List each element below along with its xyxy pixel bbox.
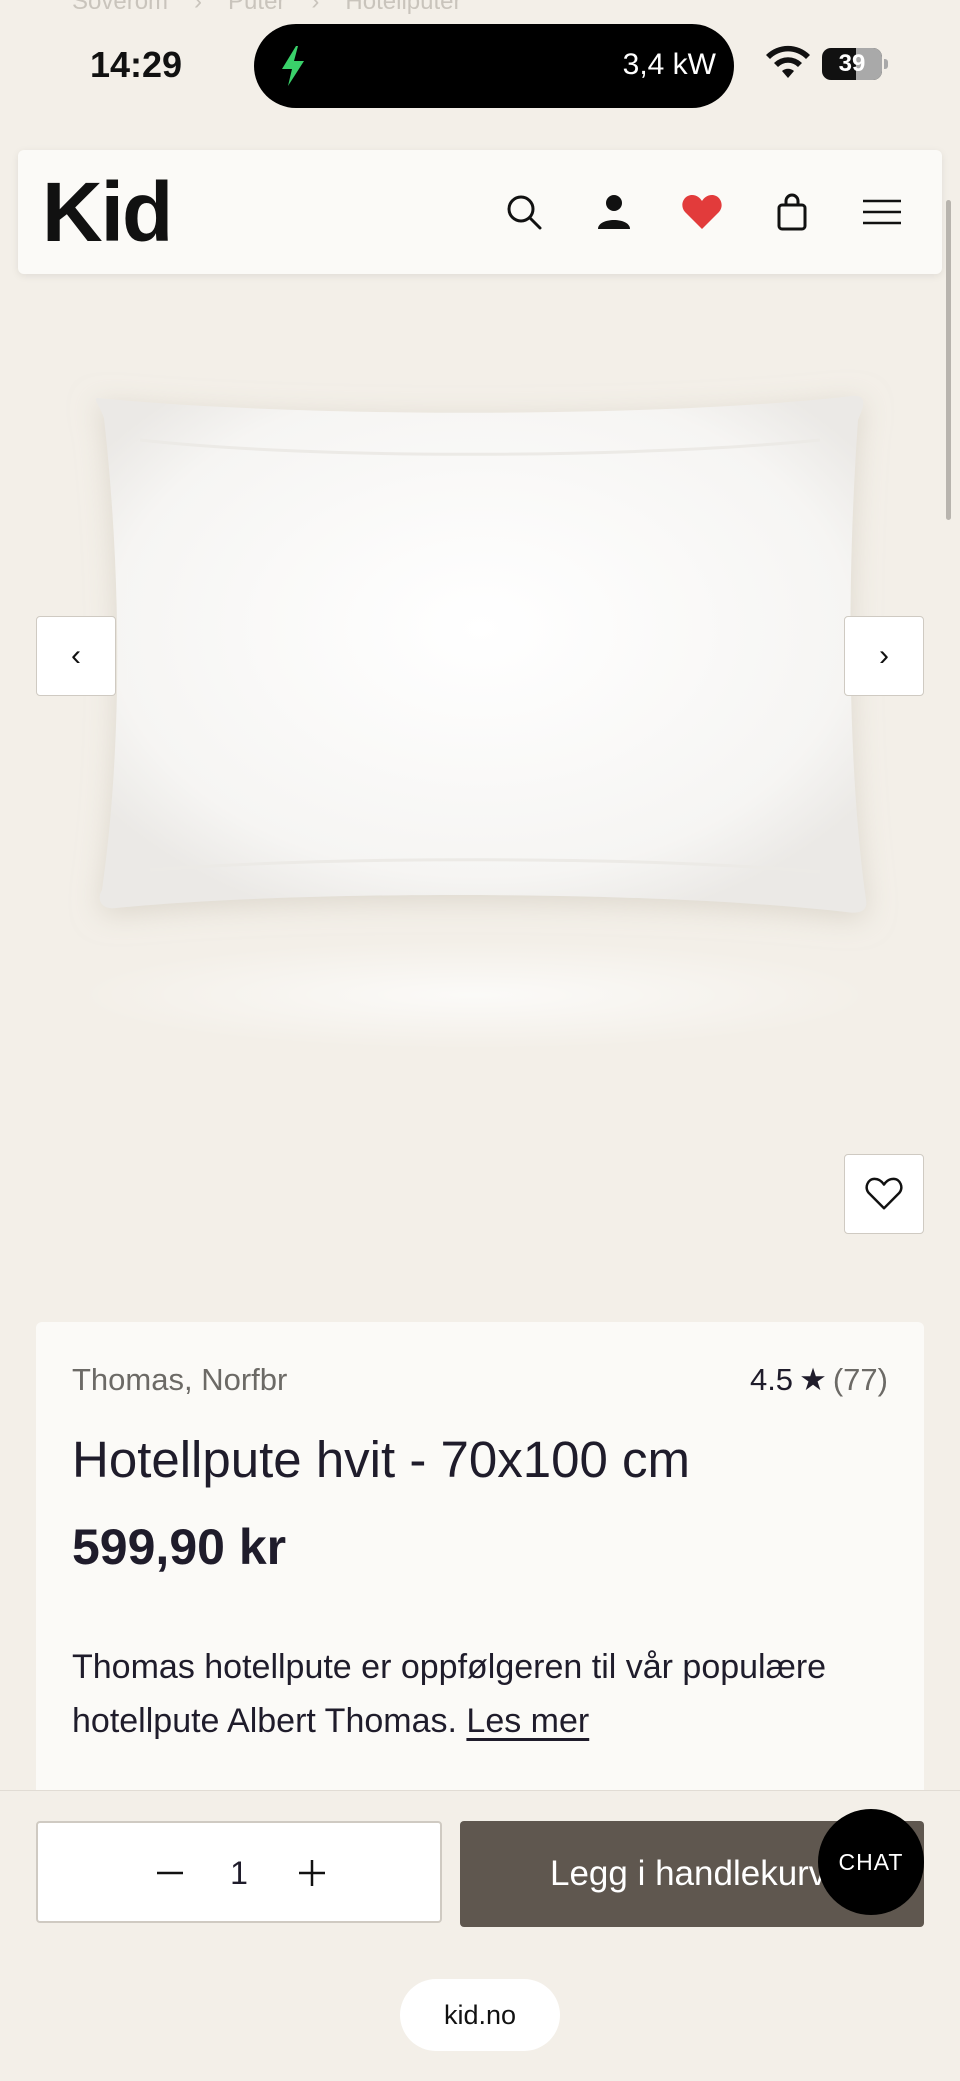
chevron-left-icon: ‹ <box>71 639 81 672</box>
plus-icon <box>299 1860 325 1886</box>
battery-percent: 39 <box>838 50 866 77</box>
star-icon: ★ <box>799 1362 827 1397</box>
chat-button[interactable]: CHAT <box>818 1809 924 1915</box>
status-bar: 14:29 3,4 kW 39 <box>0 0 960 120</box>
product-title: Hotellpute hvit - 70x100 cm <box>72 1431 690 1488</box>
product-gallery[interactable]: ‹ › <box>0 290 960 1290</box>
account-icon[interactable] <box>592 190 636 234</box>
quantity-stepper[interactable]: 1 <box>36 1821 442 1923</box>
search-icon[interactable] <box>502 190 546 234</box>
browser-address-pill[interactable]: kid.no <box>400 1979 560 2051</box>
read-more-link[interactable]: Les mer <box>466 1702 589 1740</box>
chevron-right-icon: › <box>879 639 889 672</box>
add-to-cart-label: Legg i handlekurv <box>550 1854 827 1893</box>
site-header: Kid <box>18 150 942 274</box>
product-brand[interactable]: Thomas, Norfbr <box>72 1362 287 1398</box>
image-floor-glow <box>70 940 880 1050</box>
minus-icon <box>157 1871 183 1875</box>
gallery-next-button[interactable]: › <box>844 616 924 696</box>
quantity-value[interactable]: 1 <box>214 1851 264 1895</box>
wifi-icon <box>766 45 810 78</box>
quantity-increase-button[interactable] <box>292 1851 332 1895</box>
wishlist-heart-icon[interactable] <box>680 190 724 234</box>
rating-count: (77) <box>832 1362 888 1397</box>
heart-outline-icon <box>865 1177 903 1210</box>
dynamic-island: 3,4 kW <box>254 24 734 108</box>
product-description: Thomas hotellpute er oppfølgeren til vår… <box>72 1640 892 1748</box>
add-to-wishlist-button[interactable] <box>844 1154 924 1234</box>
charging-power: 3,4 kW <box>622 48 716 81</box>
product-rating[interactable]: 4.5 ★ (77) <box>750 1362 888 1398</box>
charging-bolt-icon <box>282 46 304 86</box>
browser-domain: kid.no <box>443 1999 517 2030</box>
cart-bag-icon[interactable] <box>770 190 814 234</box>
sticky-purchase-bar: 1 Legg i handlekurv CHAT kid.no <box>0 1790 960 2081</box>
rating-value: 4.5 <box>749 1362 794 1397</box>
description-text: Thomas hotellpute er oppfølgeren til vår… <box>72 1648 827 1740</box>
status-time: 14:29 <box>90 44 183 85</box>
product-price: 599,90 kr <box>72 1519 287 1575</box>
kid-logo[interactable]: Kid <box>42 170 173 254</box>
battery-icon: 39 <box>822 48 888 80</box>
gallery-prev-button[interactable]: ‹ <box>36 616 116 696</box>
chat-label: CHAT <box>838 1848 904 1875</box>
menu-icon[interactable] <box>858 190 906 234</box>
quantity-decrease-button[interactable] <box>150 1851 190 1895</box>
